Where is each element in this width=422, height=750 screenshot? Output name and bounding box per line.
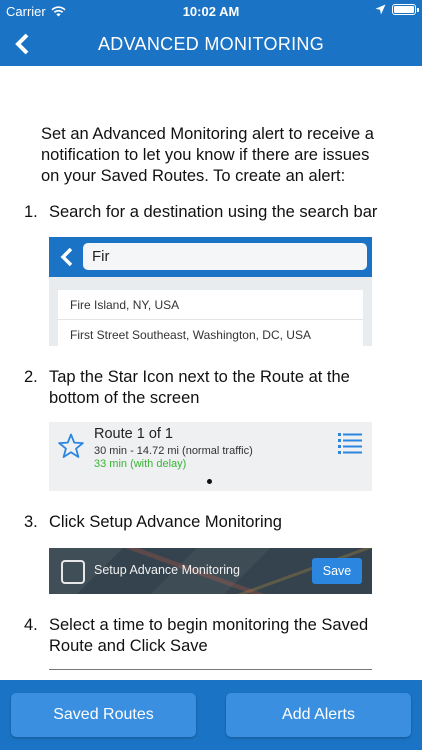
step-text: Select a time to begin monitoring the Sa… xyxy=(49,616,369,655)
page-indicator-dot xyxy=(207,479,212,484)
list-icon xyxy=(338,433,362,454)
chevron-left-icon xyxy=(55,245,79,269)
status-bar: Carrier 10:02 AM xyxy=(0,0,422,22)
saved-routes-button[interactable]: Saved Routes xyxy=(11,693,196,737)
step-4: 4. Select a time to begin monitoring the… xyxy=(24,615,384,657)
checkbox-icon xyxy=(61,560,85,584)
page-title: ADVANCED MONITORING xyxy=(97,34,325,54)
monitoring-example-image: Setup Advance Monitoring Save xyxy=(49,548,372,594)
star-icon xyxy=(58,433,84,458)
step-text: Tap the Star Icon next to the Route at t… xyxy=(49,368,350,407)
location-arrow-icon xyxy=(375,4,386,15)
search-result: First Street Southeast, Washington, DC, … xyxy=(58,320,363,346)
save-button-example: Save xyxy=(312,558,362,584)
battery-icon xyxy=(392,4,419,15)
route-example-image: Route 1 of 1 30 min - 14.72 mi (normal t… xyxy=(49,422,372,491)
search-header: Fir xyxy=(49,237,372,277)
step-number: 4. xyxy=(24,616,38,634)
route-title: Route 1 of 1 xyxy=(94,426,173,442)
next-image-edge xyxy=(49,669,372,670)
route-summary: 30 min - 14.72 mi (normal traffic) xyxy=(94,445,253,457)
bottom-bar: Saved Routes Add Alerts xyxy=(0,680,422,750)
step-text: Search for a destination using the searc… xyxy=(49,203,378,221)
step-number: 2. xyxy=(24,368,38,386)
intro-text: Set an Advanced Monitoring alert to rece… xyxy=(41,125,374,185)
step-text: Click Setup Advance Monitoring xyxy=(49,513,282,531)
search-field-example: Fir xyxy=(83,243,367,270)
search-example-image: Fir Fire Island, NY, USA First Street So… xyxy=(49,237,372,346)
add-alerts-button[interactable]: Add Alerts xyxy=(226,693,411,737)
nav-bar: ADVANCED MONITORING xyxy=(0,22,422,66)
search-result: Fire Island, NY, USA xyxy=(58,290,363,320)
search-results-example: Fire Island, NY, USA First Street Southe… xyxy=(58,290,363,346)
monitoring-label: Setup Advance Monitoring xyxy=(94,563,240,577)
status-right xyxy=(375,4,419,15)
instructions-content[interactable]: Set an Advanced Monitoring alert to rece… xyxy=(0,66,422,680)
step-number: 1. xyxy=(24,203,38,221)
status-time: 10:02 AM xyxy=(182,4,240,19)
step-2: 2. Tap the Star Icon next to the Route a… xyxy=(24,367,384,409)
step-number: 3. xyxy=(24,513,38,531)
route-delay: 33 min (with delay) xyxy=(94,458,187,470)
step-3: 3. Click Setup Advance Monitoring xyxy=(24,512,384,533)
step-1: 1. Search for a destination using the se… xyxy=(24,202,384,223)
